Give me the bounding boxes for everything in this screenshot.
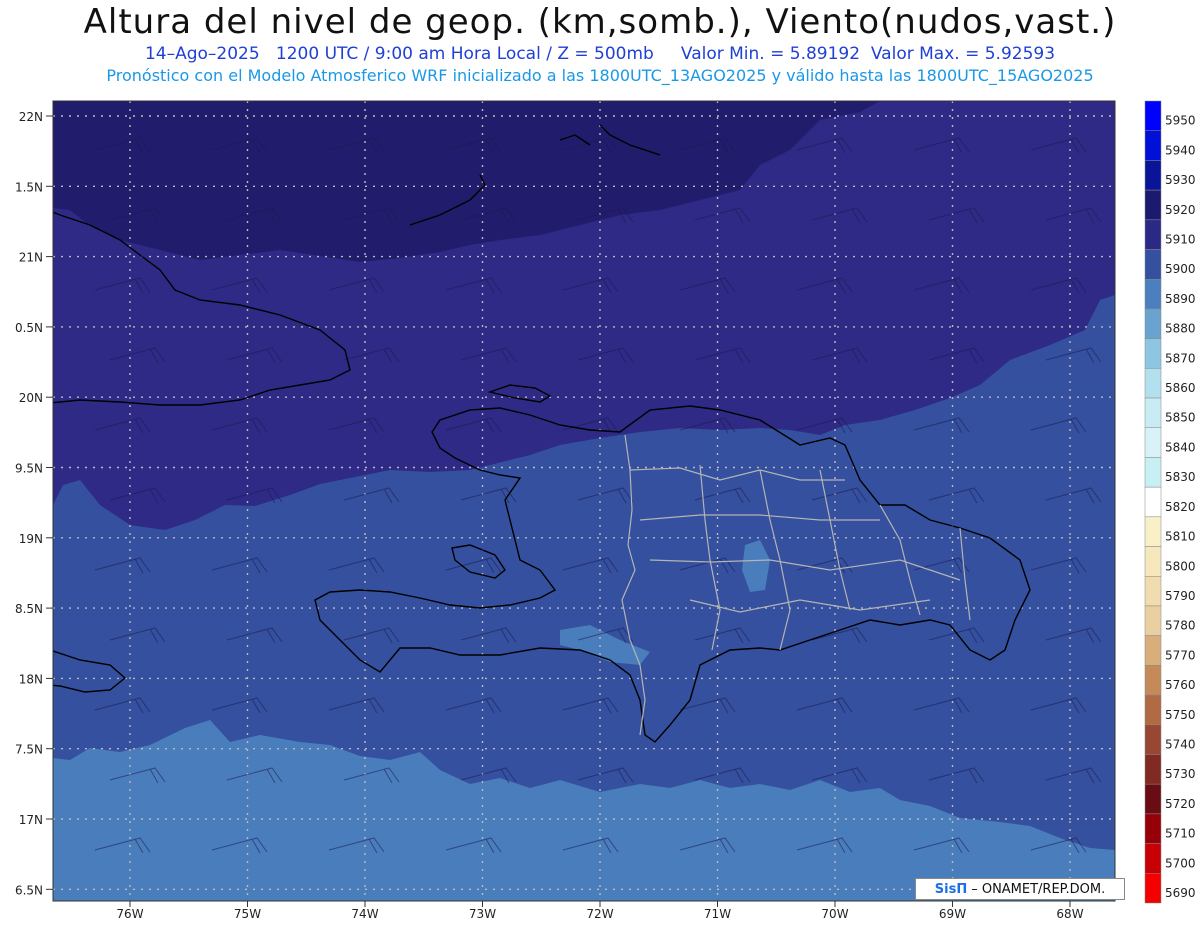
lat-label: 7.5N <box>15 743 43 757</box>
colorbar-swatch <box>1144 189 1162 221</box>
sispi-logo: SisΠ <box>934 881 968 897</box>
colorbar-label: 5890 <box>1165 292 1196 306</box>
colorbar-swatch <box>1144 516 1162 547</box>
colorbar-label: 5850 <box>1165 411 1196 425</box>
lat-label: 0.5N <box>15 321 43 335</box>
credit-box: SisΠ – ONAMET/REP.DOM. <box>915 878 1125 900</box>
colorbar-swatch <box>1144 873 1162 904</box>
colorbar-swatch <box>1144 635 1162 666</box>
colorbar-label: 5820 <box>1165 500 1196 514</box>
lat-label: 8.5N <box>15 602 43 616</box>
colorbar-swatch <box>1144 605 1162 636</box>
colorbar: 5950 5940 5930 5920 5910 5900 5890 5880 5870 5860… <box>1144 100 1196 904</box>
colorbar-label: 5870 <box>1165 351 1196 365</box>
colorbar-swatch <box>1144 486 1162 518</box>
lon-label: 73W <box>469 907 496 921</box>
lon-label: 75W <box>234 907 261 921</box>
colorbar-label: 5770 <box>1165 648 1196 662</box>
lat-label: 22N <box>19 110 43 124</box>
colorbar-label: 5860 <box>1165 381 1196 395</box>
colorbar-swatch <box>1144 308 1162 339</box>
colorbar-swatch <box>1144 160 1162 191</box>
colorbar-swatch <box>1144 813 1162 844</box>
colorbar-label: 5790 <box>1165 589 1196 603</box>
lon-label: 71W <box>704 907 731 921</box>
lon-label: 68W <box>1056 907 1083 921</box>
colorbar-label: 5880 <box>1165 322 1196 336</box>
lat-label: 9.5N <box>15 462 43 476</box>
colorbar-label: 5800 <box>1165 559 1196 573</box>
lat-label: 21N <box>19 251 43 265</box>
colorbar-swatch <box>1144 338 1162 369</box>
credit-text: – ONAMET/REP.DOM. <box>971 881 1106 897</box>
colorbar-swatch <box>1144 278 1162 310</box>
colorbar-swatch <box>1144 783 1162 815</box>
colorbar-swatch <box>1144 100 1162 131</box>
colorbar-label: 5910 <box>1165 233 1196 247</box>
colorbar-swatch <box>1144 724 1162 755</box>
lon-label: 69W <box>939 907 966 921</box>
longitude-labels: 76W 75W 74W 73W 72W 71W 70W 69W 68W <box>116 901 1084 921</box>
colorbar-swatch <box>1144 219 1162 250</box>
colorbar-swatch <box>1144 754 1162 785</box>
lat-label: 20N <box>19 391 43 405</box>
colorbar-label: 5690 <box>1165 886 1196 900</box>
colorbar-label: 5760 <box>1165 678 1196 692</box>
colorbar-swatch <box>1144 665 1162 696</box>
colorbar-label: 5740 <box>1165 737 1196 751</box>
lat-label: 19N <box>19 532 43 546</box>
colorbar-swatch <box>1144 546 1162 577</box>
colorbar-swatch <box>1144 457 1162 488</box>
colorbar-swatch <box>1144 694 1162 726</box>
colorbar-label: 5940 <box>1165 143 1196 157</box>
shaded-field <box>53 101 1115 901</box>
lat-label: 17N <box>19 813 43 827</box>
colorbar-swatch <box>1144 576 1162 607</box>
latitude-labels: 22N 1.5N 21N 0.5N 20N 9.5N 19N 8.5N 18N 7.5N 17N 6.… <box>15 110 53 897</box>
colorbar-label: 5830 <box>1165 470 1196 484</box>
colorbar-label: 5720 <box>1165 797 1196 811</box>
colorbar-swatch <box>1144 130 1162 161</box>
lat-label: 1.5N <box>15 180 43 194</box>
colorbar-label: 5730 <box>1165 767 1196 781</box>
colorbar-label: 5710 <box>1165 827 1196 841</box>
colorbar-label: 5950 <box>1165 114 1196 128</box>
lon-label: 70W <box>821 907 848 921</box>
colorbar-swatch <box>1144 843 1162 874</box>
lat-label: 18N <box>19 672 43 686</box>
colorbar-label: 5780 <box>1165 619 1196 633</box>
lon-label: 72W <box>586 907 613 921</box>
colorbar-swatch <box>1144 397 1162 428</box>
colorbar-label: 5930 <box>1165 173 1196 187</box>
colorbar-swatch <box>1144 427 1162 458</box>
colorbar-label: 5700 <box>1165 856 1196 870</box>
lon-label: 74W <box>351 907 378 921</box>
colorbar-label: 5840 <box>1165 440 1196 454</box>
colorbar-label: 5810 <box>1165 530 1196 544</box>
colorbar-label: 5920 <box>1165 203 1196 217</box>
geopotential-map: 22N 1.5N 21N 0.5N 20N 9.5N 19N 8.5N 18N 7.5N 17N 6.… <box>15 100 1196 921</box>
colorbar-label: 5750 <box>1165 708 1196 722</box>
lat-label: 6.5N <box>15 883 43 897</box>
colorbar-swatch <box>1144 249 1162 280</box>
lon-label: 76W <box>116 907 143 921</box>
colorbar-label: 5900 <box>1165 262 1196 276</box>
colorbar-swatch <box>1144 368 1162 399</box>
